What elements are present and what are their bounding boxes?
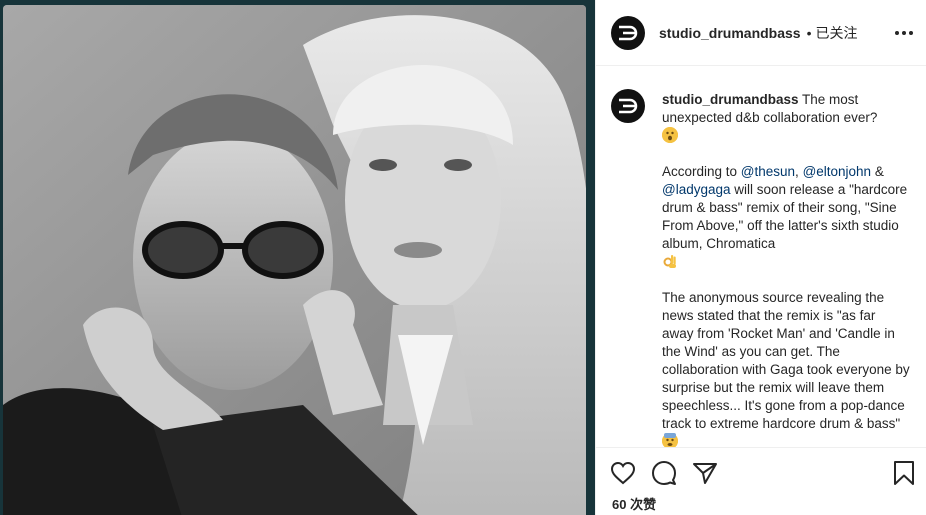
header-separator: •	[806, 24, 812, 41]
comment-icon[interactable]	[651, 460, 677, 486]
follow-status-button[interactable]: 已关注	[816, 23, 858, 43]
caption-para2-a: According to	[662, 164, 741, 179]
db-logo-icon	[619, 98, 638, 114]
photo-illustration	[3, 5, 586, 515]
more-options-icon[interactable]	[895, 24, 913, 42]
mention-ladygaga[interactable]: @ladygaga	[662, 182, 731, 197]
caption-area: studio_drumandbass The most unexpected d…	[596, 67, 926, 447]
like-count[interactable]: 60 次赞	[612, 494, 656, 513]
heart-icon[interactable]	[610, 460, 636, 486]
ok-hand-icon	[662, 253, 678, 269]
caption-para2-c: &	[871, 164, 884, 179]
profile-avatar[interactable]	[611, 15, 645, 50]
action-bar: 60 次赞	[596, 447, 926, 515]
post-photo[interactable]	[3, 5, 586, 515]
post-side-panel: studio_drumandbass • 已关注 studio_drumandb…	[595, 0, 926, 515]
db-logo-icon	[619, 25, 638, 40]
caption-text: studio_drumandbass The most unexpected d…	[662, 91, 910, 447]
caption-avatar[interactable]	[611, 89, 645, 123]
caption-username[interactable]: studio_drumandbass	[662, 92, 799, 107]
fearful-face-icon	[662, 433, 678, 447]
header-username[interactable]: studio_drumandbass	[659, 25, 801, 41]
send-icon[interactable]	[692, 460, 718, 486]
bookmark-icon[interactable]	[891, 460, 917, 486]
instagram-post-modal: studio_drumandbass • 已关注 studio_drumandb…	[0, 0, 926, 515]
astonished-face-icon	[662, 127, 678, 143]
mention-eltonjohn[interactable]: @eltonjohn	[803, 164, 872, 179]
caption-para2-b: ,	[795, 164, 803, 179]
media-area	[0, 0, 595, 515]
mention-thesun[interactable]: @thesun	[741, 164, 795, 179]
caption-para3: The anonymous source revealing the news …	[662, 290, 910, 431]
post-header: studio_drumandbass • 已关注	[596, 0, 926, 66]
